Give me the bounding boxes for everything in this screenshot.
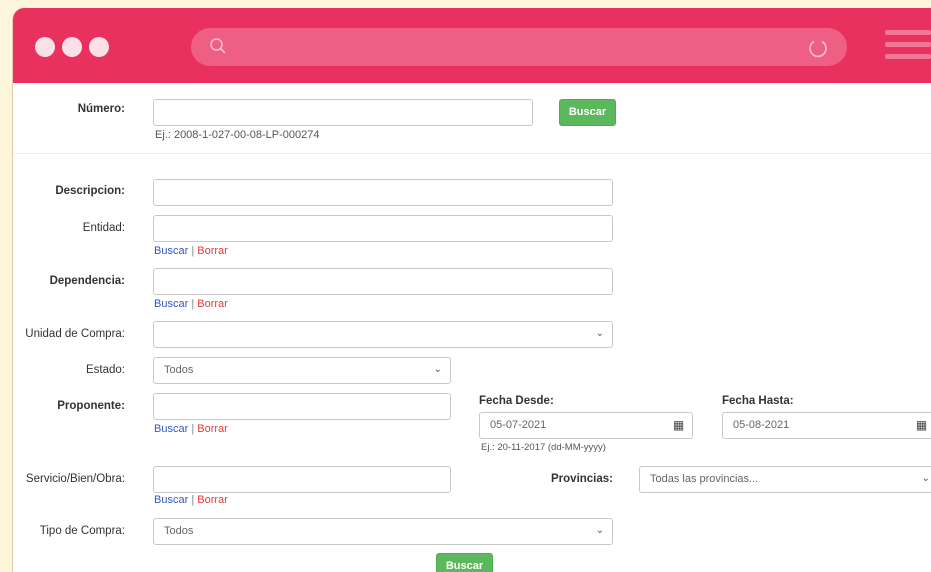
- divider: [13, 153, 931, 154]
- chevron-down-icon: ⌄: [921, 473, 930, 484]
- chevron-down-icon: ⌄: [595, 328, 604, 339]
- unidad-compra-select[interactable]: ⌄: [153, 321, 613, 348]
- reload-icon[interactable]: [807, 37, 829, 59]
- proponente-links: Buscar | Borrar: [154, 423, 228, 435]
- servicio-links: Buscar | Borrar: [154, 494, 228, 506]
- proponente-buscar-link[interactable]: Buscar: [154, 423, 188, 435]
- fecha-hasta-input[interactable]: 05-08-2021: [722, 412, 910, 439]
- servicio-borrar-link[interactable]: Borrar: [197, 494, 228, 506]
- entidad-links: Buscar | Borrar: [154, 245, 228, 257]
- servicio-label: Servicio/Bien/Obra:: [25, 473, 125, 485]
- provincias-label: Provincias:: [551, 473, 613, 485]
- estado-value: Todos: [164, 364, 194, 376]
- window-dot-3[interactable]: [89, 37, 109, 57]
- proponente-label: Proponente:: [57, 400, 125, 412]
- calendar-icon[interactable]: ▦: [908, 412, 931, 439]
- fecha-hasta-label: Fecha Hasta:: [722, 395, 794, 407]
- submit-search-button[interactable]: Buscar: [436, 553, 493, 572]
- provincias-value: Todas las provincias...: [650, 473, 759, 485]
- proponente-borrar-link[interactable]: Borrar: [197, 423, 228, 435]
- dependencia-borrar-link[interactable]: Borrar: [197, 298, 228, 310]
- fecha-desde-input[interactable]: 05-07-2021: [479, 412, 667, 439]
- proponente-link-separator: |: [191, 423, 195, 435]
- window-dot-2[interactable]: [62, 37, 82, 57]
- servicio-link-separator: |: [191, 494, 195, 506]
- search-form: Número: Buscar Ej.: 2008-1-027-00-08-LP-…: [13, 83, 931, 572]
- browser-window: Número: Buscar Ej.: 2008-1-027-00-08-LP-…: [12, 8, 931, 572]
- dependencia-buscar-link[interactable]: Buscar: [154, 298, 188, 310]
- numero-input[interactable]: [153, 99, 533, 126]
- proponente-input[interactable]: [153, 393, 451, 420]
- dependencia-label: Dependencia:: [49, 275, 125, 287]
- tipo-compra-select[interactable]: Todos ⌄: [153, 518, 613, 545]
- entidad-input[interactable]: [153, 215, 613, 242]
- hamburger-menu-icon[interactable]: [885, 30, 931, 66]
- descripcion-label: Descripcion:: [55, 185, 125, 197]
- estado-label: Estado:: [86, 364, 125, 376]
- entidad-borrar-link[interactable]: Borrar: [197, 245, 228, 257]
- tipo-compra-label: Tipo de Compra:: [39, 525, 125, 537]
- address-bar[interactable]: [191, 28, 847, 66]
- window-dot-1[interactable]: [35, 37, 55, 57]
- numero-label: Número:: [77, 103, 125, 115]
- dependencia-link-separator: |: [191, 298, 195, 310]
- calendar-icon[interactable]: ▦: [665, 412, 693, 439]
- tipo-compra-value: Todos: [164, 525, 194, 537]
- fecha-desde-hint: Ej.: 20-11-2017 (dd-MM-yyyy): [481, 442, 606, 453]
- chevron-down-icon: ⌄: [433, 364, 442, 375]
- entidad-buscar-link[interactable]: Buscar: [154, 245, 188, 257]
- descripcion-input[interactable]: [153, 179, 613, 206]
- dependencia-input[interactable]: [153, 268, 613, 295]
- search-icon: [210, 38, 226, 54]
- estado-select[interactable]: Todos ⌄: [153, 357, 451, 384]
- numero-search-button[interactable]: Buscar: [559, 99, 616, 126]
- entidad-label: Entidad:: [82, 222, 125, 234]
- dependencia-links: Buscar | Borrar: [154, 298, 228, 310]
- unidad-compra-label: Unidad de Compra:: [25, 328, 125, 340]
- numero-hint: Ej.: 2008-1-027-00-08-LP-000274: [155, 129, 320, 141]
- provincias-select[interactable]: Todas las provincias... ⌄: [639, 466, 931, 493]
- fecha-desde-label: Fecha Desde:: [479, 395, 554, 407]
- chevron-down-icon: ⌄: [595, 525, 604, 536]
- entidad-link-separator: |: [191, 245, 195, 257]
- browser-titlebar: [13, 8, 931, 83]
- servicio-input[interactable]: [153, 466, 451, 493]
- servicio-buscar-link[interactable]: Buscar: [154, 494, 188, 506]
